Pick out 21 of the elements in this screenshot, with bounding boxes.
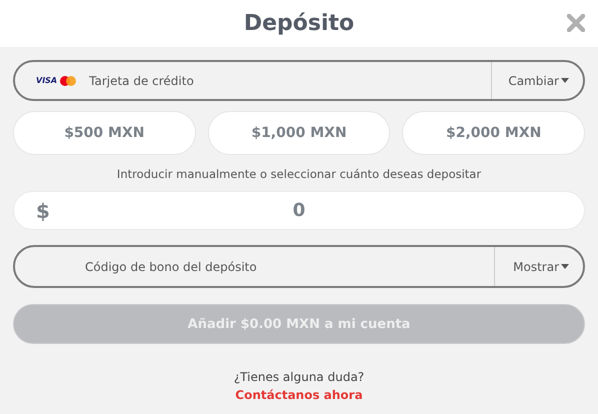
amount-button[interactable]: $2,000 MXN xyxy=(402,111,586,155)
caret-icon xyxy=(561,78,569,83)
bonus-code-field[interactable]: Código de bono del depósito Mostrar xyxy=(13,245,585,288)
bonus-code-input[interactable]: Código de bono del depósito xyxy=(85,258,494,276)
close-icon[interactable] xyxy=(567,14,585,32)
card-circles-icon xyxy=(60,76,76,86)
hint-text: Introducir manualmente o seleccionar cuánto deseas depositar xyxy=(116,166,482,183)
change-button[interactable]: Cambiar xyxy=(491,62,583,99)
payment-method-label: Tarjeta de crédito xyxy=(89,72,194,90)
payment-method-field[interactable]: VISA Tarjeta de crédito Cambiar xyxy=(13,60,585,101)
amount-button[interactable]: $1,000 MXN xyxy=(208,111,390,155)
caret-icon xyxy=(561,264,569,270)
help-question: ¿Tienes alguna duda? xyxy=(232,369,366,386)
amount-button[interactable]: $500 MXN xyxy=(13,111,196,155)
amount-value: 0 xyxy=(292,199,306,224)
dialog-title: Depósito xyxy=(244,10,354,38)
amount-field[interactable]: $ 0 xyxy=(13,191,585,230)
contact-link[interactable]: Contáctanos ahora xyxy=(235,386,363,404)
card-brand-logo: VISA xyxy=(36,74,58,86)
show-button[interactable]: Mostrar xyxy=(494,247,583,286)
currency-symbol: $ xyxy=(36,198,50,225)
